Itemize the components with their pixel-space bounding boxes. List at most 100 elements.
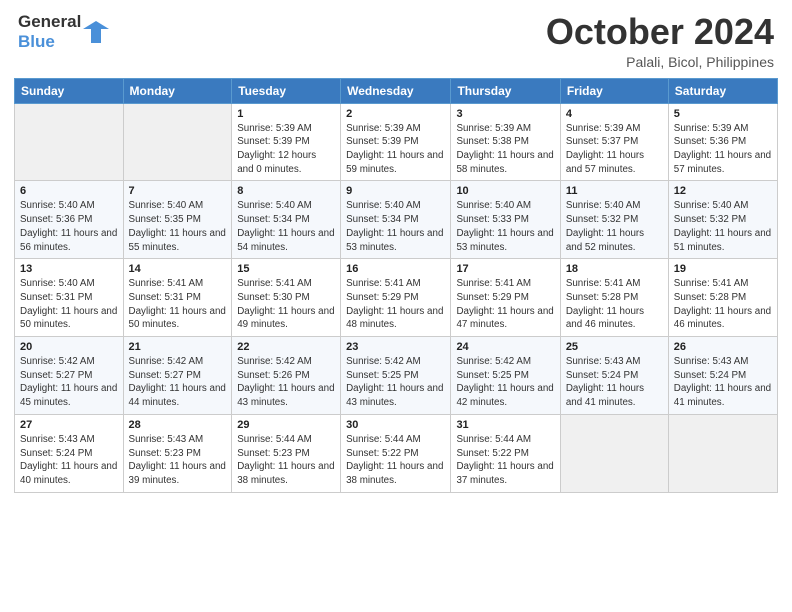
table-row: 12 Sunrise: 5:40 AM Sunset: 5:32 PM Dayli…: [668, 181, 777, 259]
table-row: [15, 103, 124, 181]
table-row: 29 Sunrise: 5:44 AM Sunset: 5:23 PM Dayli…: [232, 414, 341, 492]
day-info: Sunrise: 5:39 AM Sunset: 5:39 PM Dayligh…: [237, 122, 335, 177]
day-info: Sunrise: 5:39 AM Sunset: 5:37 PM Dayligh…: [566, 122, 663, 177]
day-info: Sunrise: 5:43 AM Sunset: 5:24 PM Dayligh…: [674, 355, 772, 410]
day-number: 24: [456, 341, 554, 353]
day-info: Sunrise: 5:40 AM Sunset: 5:36 PM Dayligh…: [20, 199, 118, 254]
day-info: Sunrise: 5:41 AM Sunset: 5:28 PM Dayligh…: [566, 277, 663, 332]
table-row: 23 Sunrise: 5:42 AM Sunset: 5:25 PM Dayli…: [341, 337, 451, 415]
day-number: 30: [346, 419, 445, 431]
day-info: Sunrise: 5:41 AM Sunset: 5:28 PM Dayligh…: [674, 277, 772, 332]
table-row: 13 Sunrise: 5:40 AM Sunset: 5:31 PM Dayli…: [15, 259, 124, 337]
day-info: Sunrise: 5:41 AM Sunset: 5:29 PM Dayligh…: [456, 277, 554, 332]
calendar-week-row: 20 Sunrise: 5:42 AM Sunset: 5:27 PM Dayli…: [15, 337, 778, 415]
day-number: 10: [456, 185, 554, 197]
day-info: Sunrise: 5:40 AM Sunset: 5:35 PM Dayligh…: [129, 199, 227, 254]
day-info: Sunrise: 5:40 AM Sunset: 5:34 PM Dayligh…: [346, 199, 445, 254]
table-row: 25 Sunrise: 5:43 AM Sunset: 5:24 PM Dayli…: [560, 337, 668, 415]
day-number: 25: [566, 341, 663, 353]
day-info: Sunrise: 5:42 AM Sunset: 5:27 PM Dayligh…: [129, 355, 227, 410]
header-monday: Monday: [123, 78, 232, 103]
table-row: 5 Sunrise: 5:39 AM Sunset: 5:36 PM Daylig…: [668, 103, 777, 181]
day-info: Sunrise: 5:40 AM Sunset: 5:31 PM Dayligh…: [20, 277, 118, 332]
table-row: 8Sunrise: 5:40 AM Sunset: 5:34 PM Daylig…: [232, 181, 341, 259]
day-info: Sunrise: 5:40 AM Sunset: 5:34 PM Dayligh…: [237, 199, 335, 254]
day-number: 12: [674, 185, 772, 197]
day-number: 11: [566, 185, 663, 197]
table-row: 19Sunrise: 5:41 AM Sunset: 5:28 PM Dayli…: [668, 259, 777, 337]
table-row: 28 Sunrise: 5:43 AM Sunset: 5:23 PM Dayli…: [123, 414, 232, 492]
day-info: Sunrise: 5:42 AM Sunset: 5:25 PM Dayligh…: [346, 355, 445, 410]
day-info: Sunrise: 5:42 AM Sunset: 5:25 PM Dayligh…: [456, 355, 554, 410]
table-row: 26 Sunrise: 5:43 AM Sunset: 5:24 PM Dayli…: [668, 337, 777, 415]
day-info: Sunrise: 5:40 AM Sunset: 5:32 PM Dayligh…: [674, 199, 772, 254]
day-info: Sunrise: 5:41 AM Sunset: 5:31 PM Dayligh…: [129, 277, 227, 332]
day-number: 28: [129, 419, 227, 431]
table-row: 3 Sunrise: 5:39 AM Sunset: 5:38 PM Daylig…: [451, 103, 560, 181]
table-row: 22 Sunrise: 5:42 AM Sunset: 5:26 PM Dayli…: [232, 337, 341, 415]
day-number: 23: [346, 341, 445, 353]
header-friday: Friday: [560, 78, 668, 103]
day-number: 18: [566, 263, 663, 275]
day-number: 21: [129, 341, 227, 353]
calendar-week-row: 13 Sunrise: 5:40 AM Sunset: 5:31 PM Dayli…: [15, 259, 778, 337]
day-number: 27: [20, 419, 118, 431]
day-info: Sunrise: 5:43 AM Sunset: 5:24 PM Dayligh…: [20, 433, 118, 488]
table-row: [123, 103, 232, 181]
day-info: Sunrise: 5:43 AM Sunset: 5:24 PM Dayligh…: [566, 355, 663, 410]
day-info: Sunrise: 5:39 AM Sunset: 5:38 PM Dayligh…: [456, 122, 554, 177]
header-tuesday: Tuesday: [232, 78, 341, 103]
table-row: 2 Sunrise: 5:39 AM Sunset: 5:39 PM Daylig…: [341, 103, 451, 181]
day-number: 4: [566, 108, 663, 120]
day-number: 5: [674, 108, 772, 120]
day-number: 17: [456, 263, 554, 275]
day-info: Sunrise: 5:41 AM Sunset: 5:30 PM Dayligh…: [237, 277, 335, 332]
table-row: 31Sunrise: 5:44 AM Sunset: 5:22 PM Dayli…: [451, 414, 560, 492]
table-row: 1 Sunrise: 5:39 AM Sunset: 5:39 PM Daylig…: [232, 103, 341, 181]
day-number: 29: [237, 419, 335, 431]
calendar-table: Sunday Monday Tuesday Wednesday Thursday…: [14, 78, 778, 493]
day-number: 13: [20, 263, 118, 275]
day-info: Sunrise: 5:44 AM Sunset: 5:22 PM Dayligh…: [346, 433, 445, 488]
table-row: 17 Sunrise: 5:41 AM Sunset: 5:29 PM Dayli…: [451, 259, 560, 337]
table-row: 16Sunrise: 5:41 AM Sunset: 5:29 PM Dayli…: [341, 259, 451, 337]
table-row: 10 Sunrise: 5:40 AM Sunset: 5:33 PM Dayli…: [451, 181, 560, 259]
day-info: Sunrise: 5:44 AM Sunset: 5:22 PM Dayligh…: [456, 433, 554, 488]
day-info: Sunrise: 5:39 AM Sunset: 5:39 PM Dayligh…: [346, 122, 445, 177]
day-info: Sunrise: 5:39 AM Sunset: 5:36 PM Dayligh…: [674, 122, 772, 177]
table-row: 20 Sunrise: 5:42 AM Sunset: 5:27 PM Dayli…: [15, 337, 124, 415]
calendar-week-row: 6 Sunrise: 5:40 AM Sunset: 5:36 PM Daylig…: [15, 181, 778, 259]
day-info: Sunrise: 5:44 AM Sunset: 5:23 PM Dayligh…: [237, 433, 335, 488]
day-info: Sunrise: 5:42 AM Sunset: 5:27 PM Dayligh…: [20, 355, 118, 410]
header-sunday: Sunday: [15, 78, 124, 103]
day-number: 3: [456, 108, 554, 120]
header-thursday: Thursday: [451, 78, 560, 103]
header-wednesday: Wednesday: [341, 78, 451, 103]
day-info: Sunrise: 5:43 AM Sunset: 5:23 PM Dayligh…: [129, 433, 227, 488]
table-row: 30 Sunrise: 5:44 AM Sunset: 5:22 PM Dayli…: [341, 414, 451, 492]
calendar-header-row: Sunday Monday Tuesday Wednesday Thursday…: [15, 78, 778, 103]
day-number: 14: [129, 263, 227, 275]
table-row: 7 Sunrise: 5:40 AM Sunset: 5:35 PM Daylig…: [123, 181, 232, 259]
day-number: 26: [674, 341, 772, 353]
logo: General Blue: [18, 12, 109, 51]
table-row: 18 Sunrise: 5:41 AM Sunset: 5:28 PM Dayli…: [560, 259, 668, 337]
day-number: 6: [20, 185, 118, 197]
day-number: 16: [346, 263, 445, 275]
table-row: 14 Sunrise: 5:41 AM Sunset: 5:31 PM Dayli…: [123, 259, 232, 337]
table-row: [668, 414, 777, 492]
day-info: Sunrise: 5:40 AM Sunset: 5:33 PM Dayligh…: [456, 199, 554, 254]
day-number: 22: [237, 341, 335, 353]
day-info: Sunrise: 5:42 AM Sunset: 5:26 PM Dayligh…: [237, 355, 335, 410]
calendar-week-row: 1 Sunrise: 5:39 AM Sunset: 5:39 PM Daylig…: [15, 103, 778, 181]
day-number: 2: [346, 108, 445, 120]
title-section: October 2024 Palali, Bicol, Philippines: [546, 12, 774, 70]
table-row: 27 Sunrise: 5:43 AM Sunset: 5:24 PM Dayli…: [15, 414, 124, 492]
day-number: 1: [237, 108, 335, 120]
header: General Blue October 2024 Palali, Bicol,…: [0, 0, 792, 78]
table-row: 24 Sunrise: 5:42 AM Sunset: 5:25 PM Dayli…: [451, 337, 560, 415]
day-number: 20: [20, 341, 118, 353]
day-number: 15: [237, 263, 335, 275]
day-number: 7: [129, 185, 227, 197]
header-saturday: Saturday: [668, 78, 777, 103]
